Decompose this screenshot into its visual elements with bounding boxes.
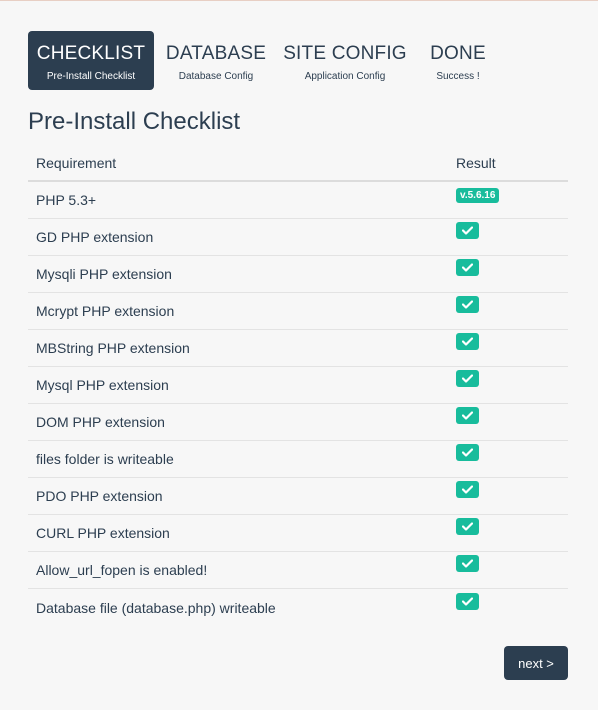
table-row: files folder is writeable [28,441,568,478]
table-header: Requirement Result [28,145,568,182]
table-body: PHP 5.3+ v.5.6.16 GD PHP extension Mysqli P… [28,182,568,626]
step-title: DATABASE [165,43,267,64]
result-cell [456,444,568,469]
result-cell [456,592,568,618]
header-result: Result [456,154,496,171]
result-cell [456,222,568,247]
table-row: PHP 5.3+ v.5.6.16 [28,182,568,219]
table-row: DOM PHP extension [28,404,568,441]
requirement-cell: CURL PHP extension [36,525,170,541]
requirement-cell: PHP 5.3+ [36,192,97,208]
step-checklist[interactable]: CHECKLIST Pre-Install Checklist [28,31,154,90]
requirement-cell: files folder is writeable [36,451,174,467]
result-cell [456,296,568,321]
check-icon [456,592,479,610]
step-done[interactable]: DONE Success ! [412,31,504,90]
step-subtitle: Success ! [436,71,480,82]
step-title: CHECKLIST [36,43,146,64]
check-icon [456,259,479,276]
result-cell [456,518,568,543]
step-subtitle: Pre-Install Checklist [46,71,136,82]
requirement-cell: Mysqli PHP extension [36,266,172,282]
requirement-cell: MBString PHP extension [36,340,190,356]
result-cell [456,259,568,284]
table-row: Database file (database.php) writeable [28,589,568,626]
version-badge: v.5.6.16 [456,188,500,203]
step-title: SITE CONFIG [283,43,407,64]
step-database[interactable]: DATABASE Database Config [154,31,278,90]
result-cell: v.5.6.16 [456,188,568,209]
result-cell [456,333,568,358]
requirement-cell: Mcrypt PHP extension [36,303,175,319]
top-border [0,0,598,1]
table-row: Mysqli PHP extension [28,256,568,293]
table-row: GD PHP extension [28,219,568,256]
next-button[interactable]: next > [504,646,568,680]
table-row: Mcrypt PHP extension [28,293,568,330]
requirements-table: Requirement Result PHP 5.3+ v.5.6.16 GD PH… [28,145,568,626]
result-cell [456,370,568,395]
check-icon [456,333,479,350]
result-cell [456,555,568,580]
check-icon [456,222,479,239]
requirement-cell: PDO PHP extension [36,488,163,504]
step-subtitle: Application Config [304,71,386,82]
table-row: MBString PHP extension [28,330,568,367]
table-row: Mysql PHP extension [28,367,568,404]
requirement-cell: Allow_url_fopen is enabled! [36,562,208,578]
step-site-config[interactable]: SITE CONFIG Application Config [278,31,412,90]
page-title: Pre-Install Checklist [28,108,241,135]
result-cell [456,407,568,432]
table-row: PDO PHP extension [28,478,568,515]
result-cell [456,481,568,506]
check-icon [456,407,479,424]
step-subtitle: Database Config [178,71,254,82]
requirement-cell: DOM PHP extension [36,414,165,430]
requirement-cell: Database file (database.php) writeable [36,599,276,616]
check-icon [456,444,479,461]
requirement-cell: GD PHP extension [36,229,154,245]
step-title: DONE [430,43,486,64]
table-row: Allow_url_fopen is enabled! [28,552,568,589]
check-icon [456,481,479,498]
requirement-cell: Mysql PHP extension [36,377,169,393]
table-row: CURL PHP extension [28,515,568,552]
check-icon [456,555,479,572]
check-icon [456,518,479,535]
header-requirement: Requirement [36,154,117,171]
check-icon [456,296,479,313]
wizard-steps: CHECKLIST Pre-Install Checklist DATABASE… [28,31,504,90]
check-icon [456,370,479,387]
